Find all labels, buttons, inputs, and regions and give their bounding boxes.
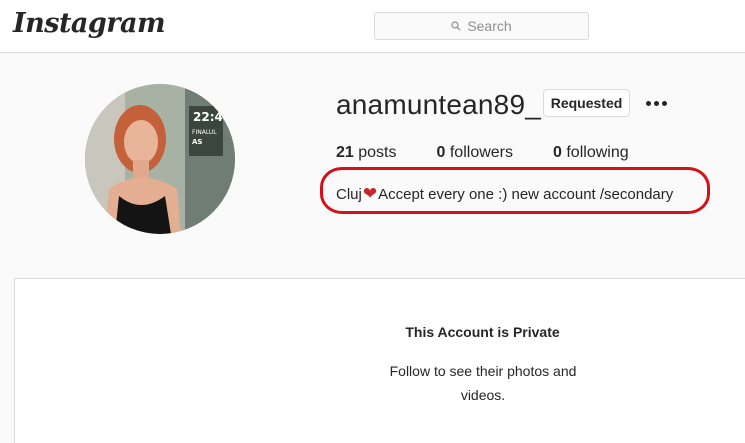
search-input[interactable]: Search <box>374 12 589 40</box>
followers-count: 0 <box>436 144 446 161</box>
requested-button[interactable]: Requested <box>543 89 630 117</box>
avatar-overlay-line2: FINALUL <box>192 129 217 136</box>
profile-username: anamuntean89_ <box>336 89 541 120</box>
followers-label: followers <box>449 144 513 161</box>
profile-stats: 21 posts 0 followers 0 following <box>336 144 669 162</box>
posts-stat: 21 posts <box>336 144 397 162</box>
private-account-subtitle: Follow to see their photos and videos. <box>389 363 577 403</box>
avatar-overlay-time: 22:45 <box>193 110 231 124</box>
following-stat[interactable]: 0 following <box>553 144 629 162</box>
private-account-panel: This Account is Private Follow to see th… <box>14 278 745 443</box>
followers-stat[interactable]: 0 followers <box>437 144 514 162</box>
annotation-highlight-ellipse <box>320 167 710 214</box>
dot <box>661 100 667 106</box>
posts-label: posts <box>358 144 397 161</box>
following-count: 0 <box>553 144 562 161</box>
search-placeholder: Search <box>467 18 512 34</box>
top-navigation-bar: Instagram Search <box>0 0 745 53</box>
profile-avatar[interactable]: 22:45 FINALUL AS <box>85 84 235 234</box>
avatar-overlay-line3: AS <box>192 138 202 146</box>
following-label: following <box>566 144 629 161</box>
avatar-photo: 22:45 FINALUL AS <box>85 84 235 234</box>
instagram-logo[interactable]: Instagram <box>13 8 166 39</box>
search-icon <box>451 21 461 31</box>
private-account-title: This Account is Private <box>405 324 560 340</box>
dot <box>653 100 659 106</box>
posts-count: 21 <box>336 144 354 161</box>
more-options-icon[interactable] <box>640 89 672 117</box>
dot <box>645 100 651 106</box>
